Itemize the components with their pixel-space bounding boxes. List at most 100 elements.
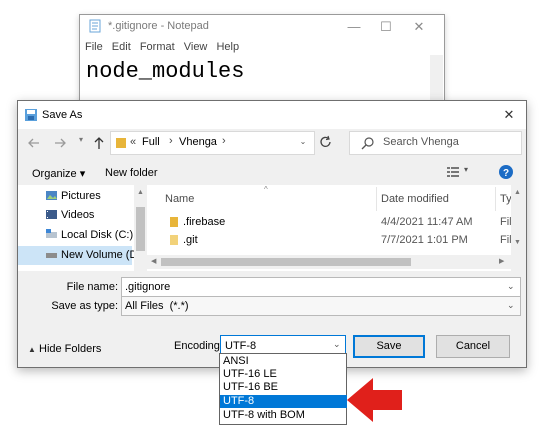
search-box[interactable]: Search Vhenga [349,131,522,155]
save-type-select[interactable]: All Files (*.*) ⌄ [121,296,521,316]
chevron-down-icon: ⌄ [333,339,341,349]
column-name[interactable]: Name [165,193,194,205]
breadcrumb-prefix: « [130,136,137,148]
new-folder-button[interactable]: New folder [105,167,158,179]
save-button[interactable]: Save [353,335,425,358]
file-name-label: File name: [66,281,118,293]
scroll-thumb[interactable] [136,207,145,251]
sort-arrow-icon: ^ [264,185,268,194]
file-type: Fil [500,234,512,246]
notepad-scrollbar[interactable] [430,55,443,105]
save-as-dialog: Save As ✕ ▾ « Full › Vhenga › ⌄ Search V… [17,100,527,368]
column-type[interactable]: Ty [500,193,512,205]
filelist-h-scrollbar[interactable]: ◀ ▶ [147,255,511,269]
nav-item-pictures[interactable]: Pictures [18,187,132,206]
menu-view[interactable]: View [184,41,208,53]
red-arrow-icon [347,378,403,422]
back-arrow-icon[interactable] [26,135,42,151]
menu-edit[interactable]: Edit [112,41,131,53]
address-bar[interactable]: « Full › Vhenga › [110,131,315,155]
drive-icon [45,228,58,241]
file-list: Name ^ Date modified Ty .firebase 4/4/20… [147,185,524,271]
encoding-option-utf16be[interactable]: UTF-16 BE [220,381,347,394]
notepad-text-area[interactable]: node_modules [86,59,244,84]
videos-icon [45,208,58,221]
help-icon[interactable]: ? [498,164,514,180]
h-scroll-thumb[interactable] [161,258,411,266]
notepad-title: *.gitignore - Notepad [108,20,209,32]
dialog-title: Save As [42,109,83,121]
encoding-option-utf8-bom[interactable]: UTF-8 with BOM [220,409,347,422]
column-divider[interactable] [495,187,496,211]
file-type: Fil [500,216,512,228]
save-type-label: Save as type: [51,300,118,312]
chevron-down-icon: ⌄ [507,300,515,310]
organize-button[interactable]: Organize ▾ [32,167,85,180]
scroll-up-icon[interactable]: ▲ [137,189,144,196]
save-type-value: All Files (*.*) [125,300,189,312]
minimize-button[interactable]: — [340,17,368,37]
file-name: .git [183,234,198,246]
filelist-v-scrollbar[interactable]: ▲ ▼ [511,185,524,271]
breadcrumb-separator: › [222,135,226,147]
up-arrow-icon[interactable] [91,135,107,151]
notepad-window: *.gitignore - Notepad — ☐ ✕ File Edit Fo… [79,14,445,106]
file-name-value: .gitignore [125,281,171,293]
menu-file[interactable]: File [85,41,103,53]
recent-locations-dropdown[interactable]: ▾ [74,135,88,151]
save-icon [24,108,38,122]
menu-help[interactable]: Help [216,41,239,53]
nav-item-local-disk[interactable]: Local Disk (C:) [18,226,133,245]
nav-scrollbar[interactable]: ▲ [134,185,147,271]
dialog-close-button[interactable]: ✕ [496,105,522,125]
toolbar: Organize ▾ New folder ▾ ? [18,161,526,185]
nav-item-new-volume[interactable]: New Volume (D: [18,246,140,265]
address-dropdown[interactable]: ⌄ [295,134,311,150]
close-button[interactable]: ✕ [405,17,433,37]
drive-icon [45,248,58,261]
folder-icon [115,136,127,149]
dialog-titlebar: Save As ✕ [18,101,526,129]
encoding-value: UTF-8 [225,340,257,352]
folder-icon [167,216,179,228]
folder-icon [167,234,179,246]
scroll-up-icon[interactable]: ▲ [514,189,521,196]
breadcrumb-separator: › [169,135,173,147]
file-row[interactable]: .firebase 4/4/2021 11:47 AM Fil [147,213,512,231]
encoding-label: Encoding: [174,340,223,352]
pictures-icon [45,189,58,202]
breadcrumb-full[interactable]: Full [142,136,160,148]
encoding-option-utf16le[interactable]: UTF-16 LE [220,368,347,381]
menu-format[interactable]: Format [140,41,175,53]
file-date: 7/7/2021 1:01 PM [381,234,468,246]
file-name-input[interactable]: .gitignore ⌄ [121,277,521,297]
forward-arrow-icon[interactable] [52,135,68,151]
scroll-down-icon[interactable]: ▼ [514,239,521,246]
maximize-button[interactable]: ☐ [372,17,400,37]
view-dropdown-icon[interactable]: ▾ [464,165,468,174]
refresh-icon[interactable] [317,133,335,151]
breadcrumb-vhenga[interactable]: Vhenga [179,136,217,148]
chevron-up-icon[interactable]: ▲ [28,345,36,354]
file-name: .firebase [183,216,226,228]
search-placeholder: Search Vhenga [383,136,459,148]
encoding-dropdown-list: ANSI UTF-16 LE UTF-16 BE UTF-8 UTF-8 wit… [219,353,347,425]
file-date: 4/4/2021 11:47 AM [381,216,473,228]
column-divider[interactable] [376,187,377,211]
cancel-button[interactable]: Cancel [436,335,510,358]
notepad-icon [88,19,102,33]
navigation-pane: Pictures Videos Local Disk (C:) New Volu… [18,185,147,271]
svg-text:?: ? [503,168,509,179]
view-icon[interactable] [446,166,460,178]
chevron-down-icon: ⌄ [507,281,515,291]
scroll-left-icon[interactable]: ◀ [151,257,156,265]
encoding-option-utf8[interactable]: UTF-8 [220,395,347,408]
scroll-right-icon[interactable]: ▶ [499,257,504,265]
search-icon [361,136,375,150]
notepad-menu-bar: File Edit Format View Help [85,41,245,53]
hide-folders-button[interactable]: Hide Folders [39,343,101,355]
nav-item-videos[interactable]: Videos [18,206,132,225]
file-row[interactable]: .git 7/7/2021 1:01 PM Fil [147,231,512,249]
encoding-option-ansi[interactable]: ANSI [220,355,347,368]
column-date-modified[interactable]: Date modified [381,193,449,205]
